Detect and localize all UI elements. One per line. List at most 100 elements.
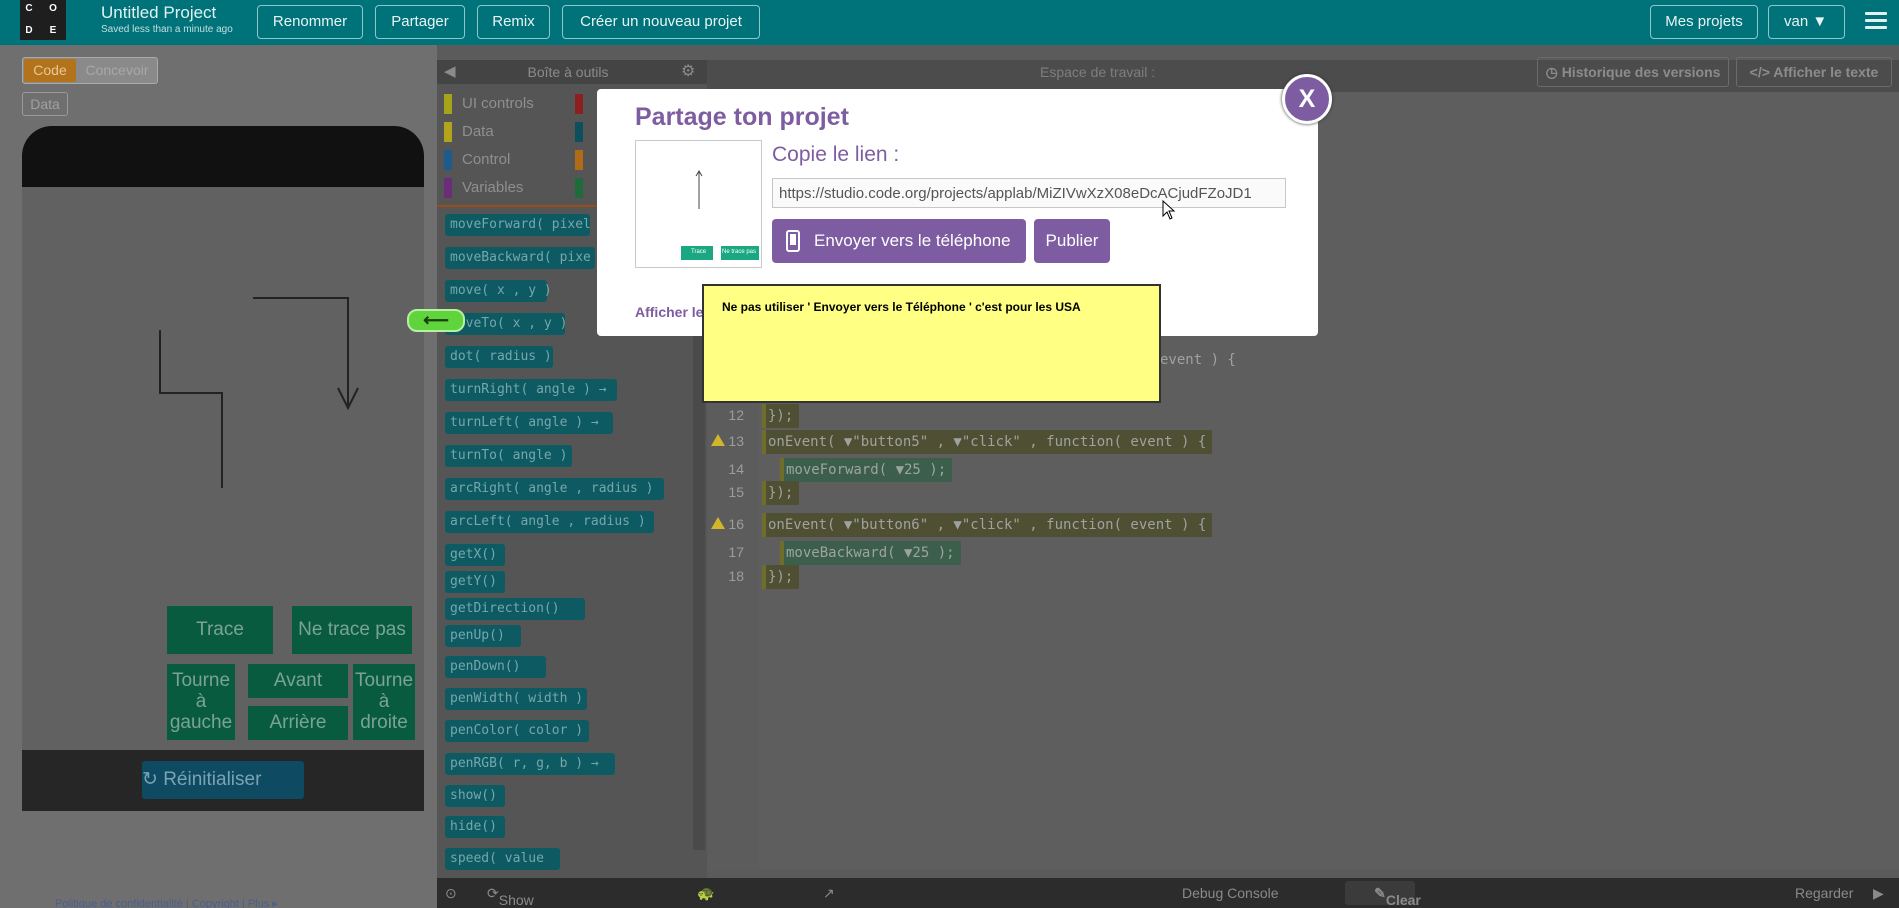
- share-link-field[interactable]: [772, 178, 1286, 208]
- chevron-right-icon[interactable]: ▶: [1873, 885, 1884, 902]
- share-button[interactable]: Partager: [375, 5, 465, 39]
- code-logo[interactable]: C O D E: [20, 0, 66, 40]
- publish-button[interactable]: Publier: [1034, 219, 1110, 263]
- logo-letter: E: [49, 25, 57, 36]
- toolbox-block[interactable]: moveBackward( pixe: [445, 247, 595, 269]
- new-project-button[interactable]: Créer un nouveau projet: [562, 5, 760, 39]
- line-number: 14: [728, 461, 744, 477]
- toolbox-block[interactable]: turnTo( angle ): [445, 445, 572, 467]
- toolbox-block[interactable]: arcLeft( angle , radius ): [445, 511, 654, 533]
- collapse-icon[interactable]: ⊙: [445, 885, 457, 902]
- code-line[interactable]: onEvent( ▼"button6" , ▼"click" , functio…: [762, 513, 1213, 537]
- no-trace-button[interactable]: Ne trace pas: [292, 606, 412, 654]
- backward-button[interactable]: Arrière: [248, 706, 348, 740]
- thumb-trace: Trace: [691, 249, 707, 255]
- warning-icon[interactable]: [711, 517, 725, 529]
- forward-button[interactable]: Avant: [248, 664, 348, 698]
- thumb-no-trace: Ne trace pas: [722, 249, 757, 255]
- toolbox-title: Boîte à outils: [527, 64, 609, 80]
- my-projects-button[interactable]: Mes projets: [1650, 5, 1758, 39]
- category-variables[interactable]: Variables: [444, 176, 574, 200]
- copy-link-label: Copie le lien :: [772, 143, 900, 166]
- category-color: [444, 94, 452, 114]
- remix-button[interactable]: Remix: [477, 5, 550, 39]
- show-debug-commands[interactable]: ⟳ Show Debug Commands: [487, 885, 534, 908]
- toolbox-block[interactable]: turnRight( angle ) →: [445, 379, 617, 401]
- toolbox-block[interactable]: penDown(): [445, 656, 546, 678]
- user-menu[interactable]: van ▼: [1768, 5, 1845, 39]
- data-button[interactable]: Data: [22, 92, 68, 116]
- trace-button[interactable]: Trace: [167, 606, 273, 654]
- code-line[interactable]: });: [762, 404, 800, 428]
- mouse-cursor-icon: [1162, 200, 1176, 220]
- show-more-link[interactable]: Afficher le: [635, 304, 703, 320]
- clock-icon: ◷: [1545, 64, 1558, 80]
- debug-commands-label: Show Debug Commands: [498, 892, 534, 908]
- toolbox-block[interactable]: speed( value: [445, 848, 560, 870]
- line-number: 15: [728, 484, 744, 500]
- toolbox-block[interactable]: hide(): [445, 816, 505, 838]
- code-fragment: event ) {: [1160, 352, 1236, 368]
- warning-icon[interactable]: [711, 434, 725, 446]
- menu-icon[interactable]: [1865, 12, 1887, 30]
- arrow-left-icon: ⟵: [407, 309, 465, 332]
- toolbox-block[interactable]: arcRight( angle , radius ): [445, 478, 664, 500]
- toolbox-block[interactable]: show(): [445, 785, 505, 807]
- toolbox-block[interactable]: getDirection(): [445, 598, 585, 620]
- category-color: [575, 94, 583, 114]
- line-number: 18: [728, 568, 744, 584]
- category-ui-controls[interactable]: UI controls: [444, 92, 574, 116]
- version-history-label: Historique des versions: [1561, 64, 1721, 80]
- annotation-text: Ne pas utiliser ' Envoyer vers le Téléph…: [722, 300, 1081, 314]
- category-control[interactable]: Control: [444, 148, 574, 172]
- code-line[interactable]: });: [762, 565, 800, 589]
- toolbox-block[interactable]: penWidth( width ): [445, 688, 587, 710]
- user-name: van: [1784, 13, 1809, 30]
- gear-icon[interactable]: ⚙: [681, 61, 695, 81]
- tab-code[interactable]: Code: [24, 59, 76, 82]
- toolbox-block[interactable]: getY(): [445, 571, 505, 593]
- watch-title: Regarder: [1795, 885, 1854, 901]
- clear-label: Clear: [1385, 892, 1421, 908]
- phone-icon: [786, 230, 800, 252]
- collapse-icon[interactable]: ◀: [444, 62, 456, 80]
- toolbox-block[interactable]: move( x , y ): [445, 280, 552, 302]
- refresh-icon: ↻: [142, 769, 158, 790]
- version-history-button[interactable]: ◷ Historique des versions: [1537, 57, 1729, 87]
- toolbox-block[interactable]: getX(): [445, 544, 505, 566]
- code-line[interactable]: onEvent( ▼"button5" , ▼"click" , functio…: [762, 430, 1213, 454]
- category-label: Data: [462, 123, 494, 140]
- dialog-title: Partage ton projet: [635, 103, 849, 131]
- show-text-button[interactable]: </> Afficher le texte: [1736, 57, 1892, 87]
- toolbox-block[interactable]: dot( radius ): [445, 346, 553, 368]
- category-color: [444, 178, 452, 198]
- toolbox-block[interactable]: penRGB( r, g, b ) →: [445, 753, 615, 775]
- reset-label: Réinitialiser: [163, 769, 262, 790]
- turn-right-button[interactable]: Tourne à droite: [353, 664, 415, 740]
- category-color: [575, 178, 583, 198]
- debug-console-title: Debug Console: [1182, 885, 1279, 901]
- toolbox-block[interactable]: penColor( color ): [445, 720, 589, 742]
- tab-design[interactable]: Concevoir: [78, 59, 156, 82]
- turn-left-button[interactable]: Tourne à gauche: [167, 664, 235, 740]
- clear-button[interactable]: ✎ Clear: [1345, 881, 1421, 908]
- send-to-phone-label: Envoyer vers le téléphone: [814, 231, 1011, 250]
- logo-letter: C: [25, 3, 33, 14]
- category-color: [444, 122, 452, 142]
- workspace-title: Espace de travail :: [1040, 64, 1156, 80]
- toolbox-block[interactable]: moveForward( pixel: [445, 214, 591, 236]
- code-line[interactable]: moveForward( ▼25 );: [780, 458, 953, 482]
- logo-letter: D: [25, 25, 33, 36]
- code-line[interactable]: moveBackward( ▼25 );: [780, 541, 961, 565]
- close-button[interactable]: X: [1282, 74, 1332, 124]
- line-number: 12: [728, 407, 744, 423]
- footer-links[interactable]: Politique de confidentialité | Copyright…: [55, 897, 278, 908]
- code-line[interactable]: });: [762, 481, 800, 505]
- category-data[interactable]: Data: [444, 120, 574, 144]
- rename-button[interactable]: Renommer: [257, 5, 363, 39]
- send-to-phone-button[interactable]: Envoyer vers le téléphone: [772, 219, 1026, 263]
- reset-button[interactable]: ↻ Réinitialiser: [142, 761, 304, 799]
- category-color: [575, 122, 583, 142]
- toolbox-block[interactable]: penUp(): [445, 625, 521, 647]
- toolbox-block[interactable]: turnLeft( angle ) →: [445, 412, 613, 434]
